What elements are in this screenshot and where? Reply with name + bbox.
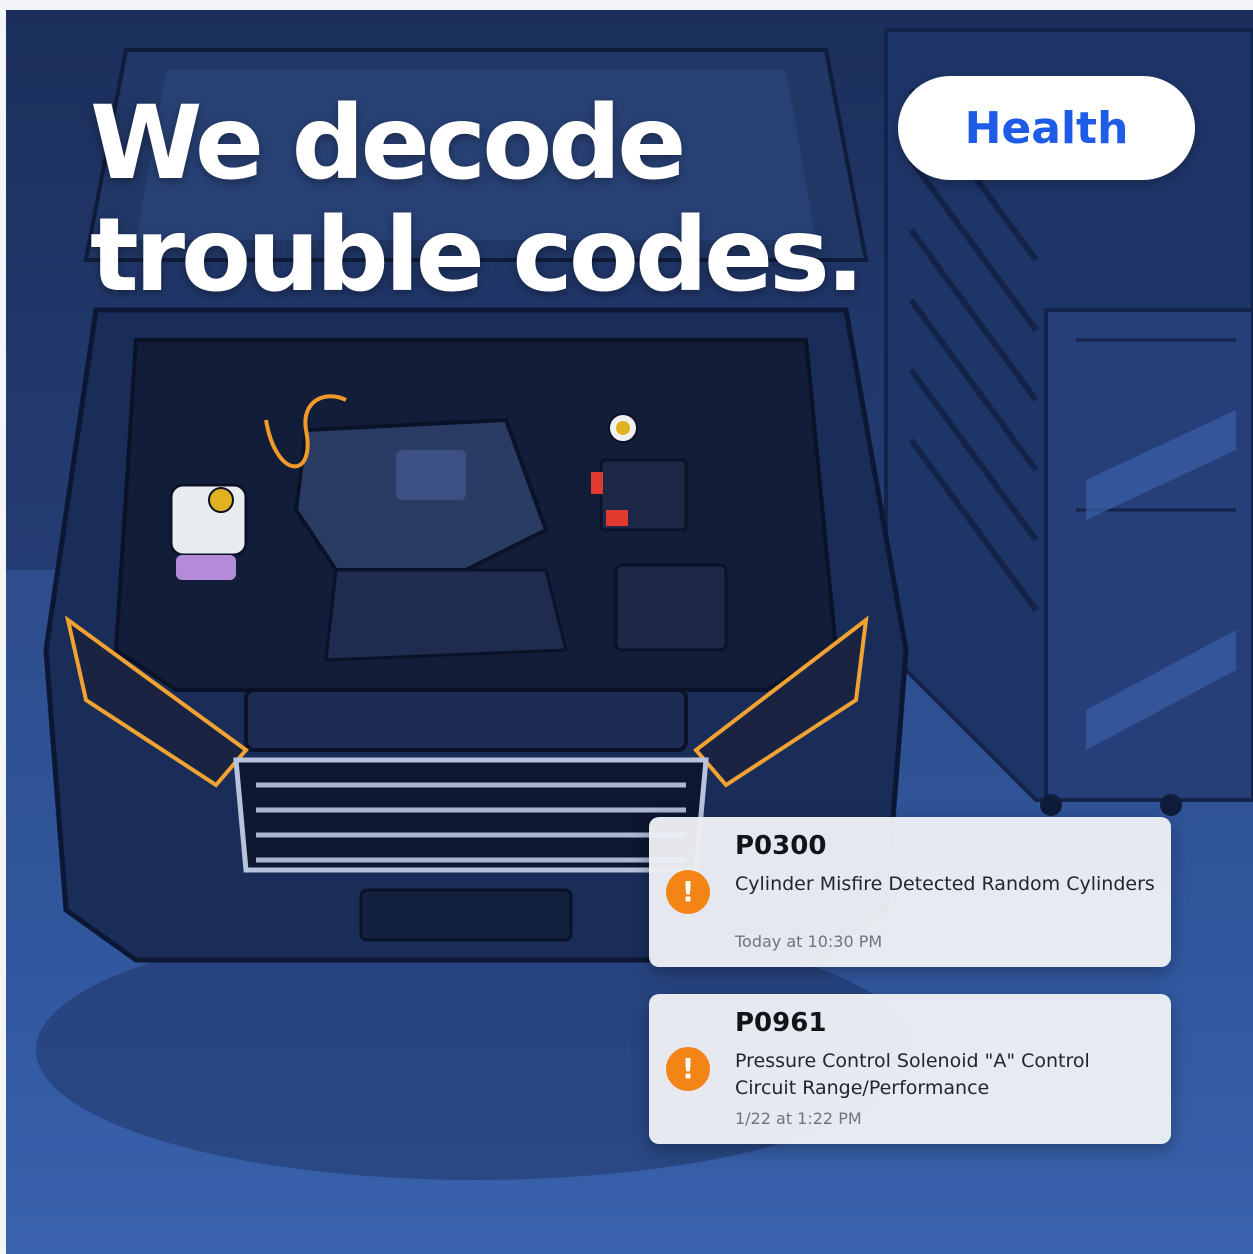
- notification-timestamp: 1/22 at 1:22 PM: [735, 1109, 862, 1128]
- health-badge-button[interactable]: Health: [898, 76, 1195, 180]
- notification-timestamp: Today at 10:30 PM: [735, 932, 883, 951]
- hero-illustration: We decode trouble codes. Health ! P0300 …: [6, 10, 1253, 1254]
- notification-card-p0961[interactable]: ! P0961 Pressure Control Solenoid "A" Co…: [649, 994, 1171, 1144]
- trouble-code-description: Cylinder Misfire Detected Random Cylinde…: [735, 873, 1155, 895]
- trouble-code: P0300: [735, 831, 827, 861]
- notification-card-p0300[interactable]: ! P0300 Cylinder Misfire Detected Random…: [649, 817, 1171, 967]
- trouble-code: P0961: [735, 1008, 827, 1038]
- headline: We decode trouble codes.: [90, 84, 865, 315]
- warning-icon: !: [666, 1047, 710, 1091]
- trouble-code-description: Pressure Control Solenoid "A" Control Ci…: [735, 1050, 1090, 1099]
- warning-icon: !: [666, 870, 710, 914]
